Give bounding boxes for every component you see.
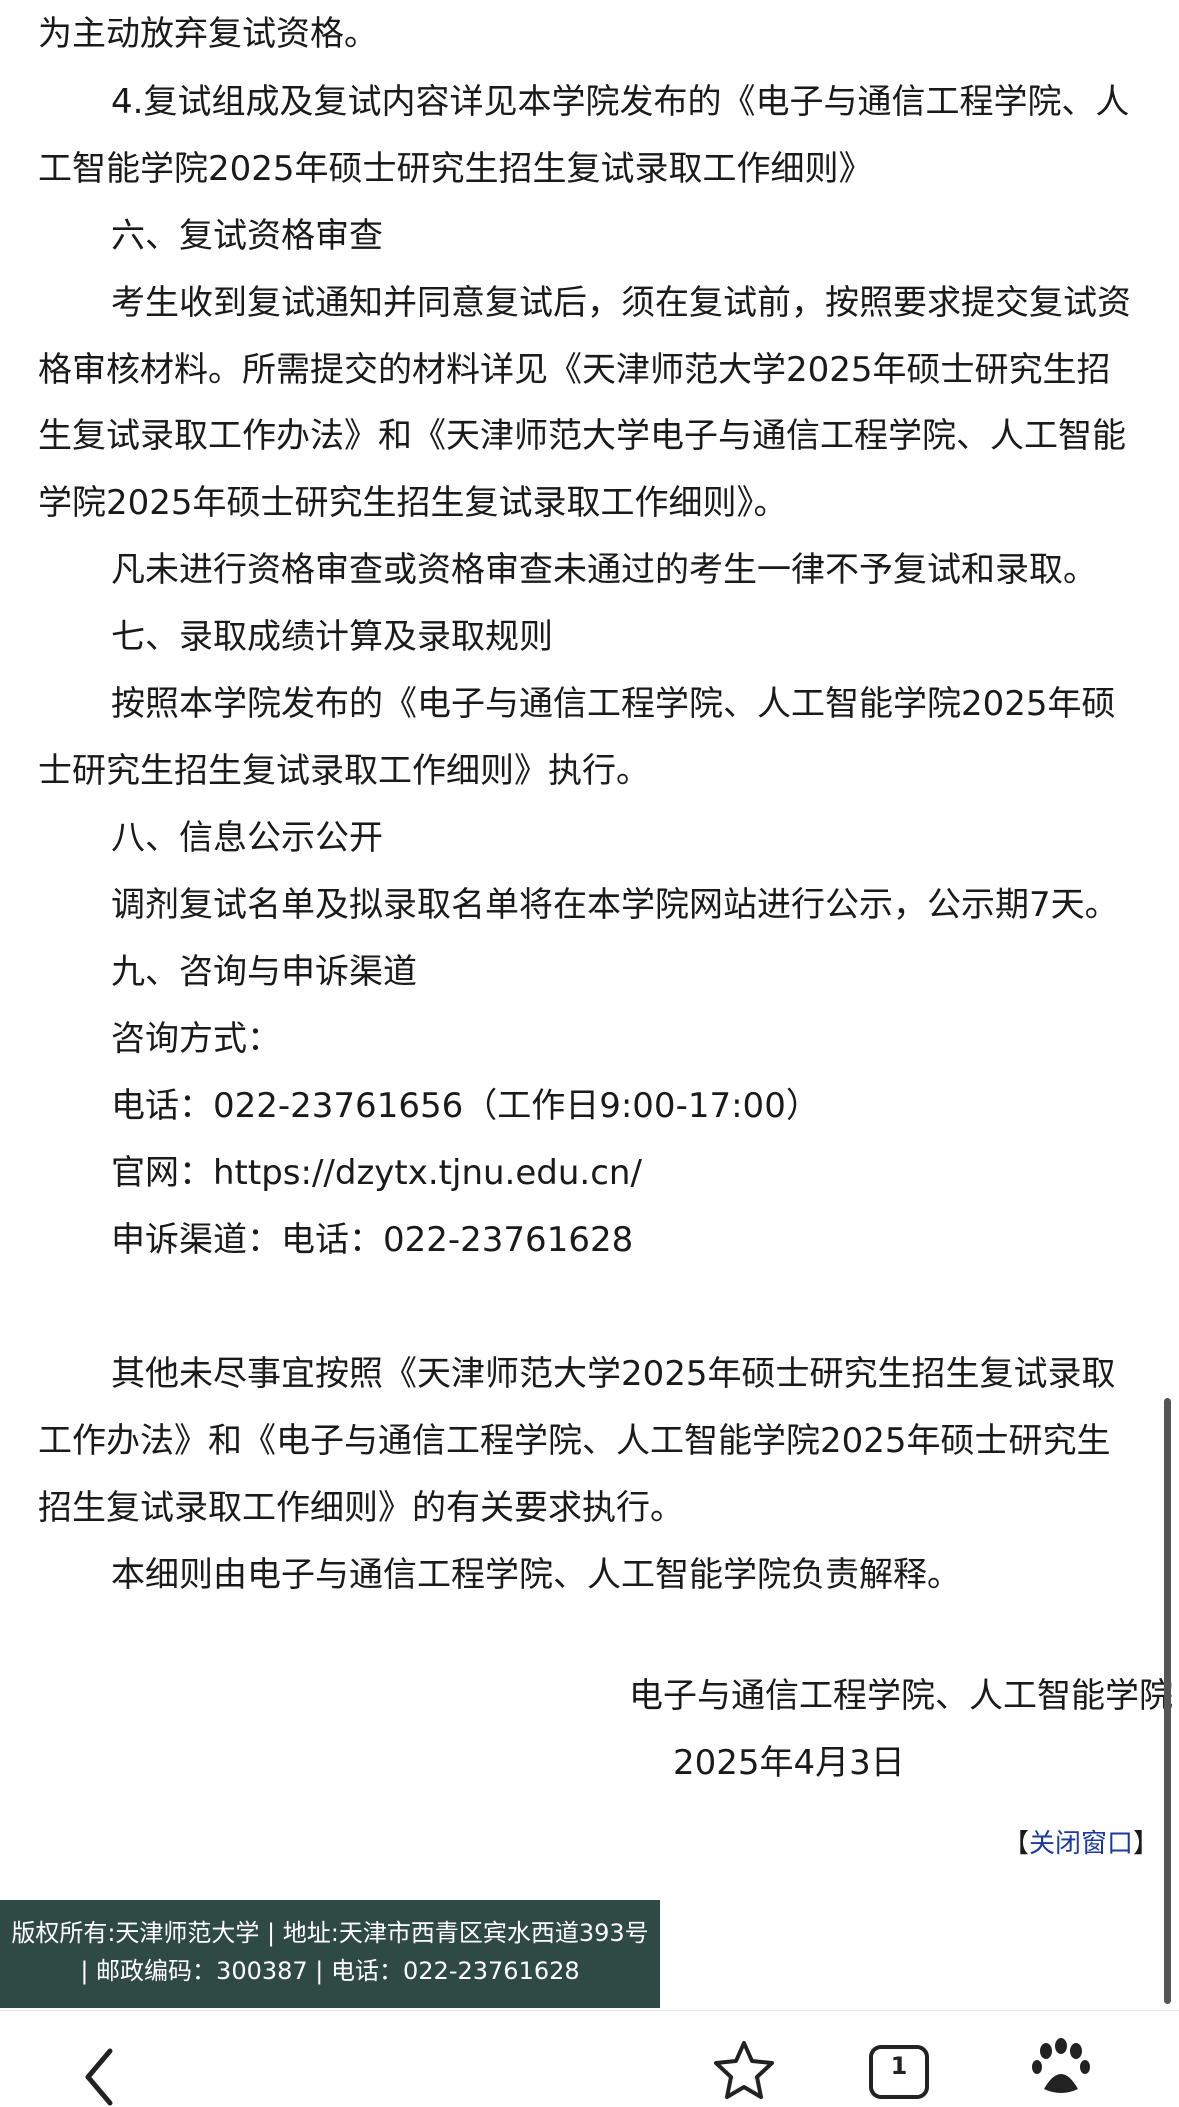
article-line: 工作办法》和《电子与通信工程学院、人工智能学院2025年硕士研究生 <box>38 1421 1111 1461</box>
tabs-icon[interactable]: 1 <box>868 2041 930 2099</box>
bracket-open: 【 <box>1002 1829 1029 1859</box>
article-line: 学院2025年硕士研究生招生复试录取工作细则》。 <box>38 483 788 523</box>
close-window-link[interactable]: 关闭窗口 <box>1029 1829 1133 1859</box>
article-line: 格审核材料。所需提交的材料详见《天津师范大学2025年硕士研究生招 <box>38 350 1111 390</box>
article-line: 调剂复试名单及拟录取名单将在本学院网站进行公示，公示期7天。 <box>111 885 1119 925</box>
article-line: 咨询方式： <box>111 1019 281 1059</box>
article-line: 士研究生招生复试录取工作细则》执行。 <box>38 751 650 791</box>
section-heading: 六、复试资格审查 <box>111 216 383 256</box>
article-line: 4.复试组成及复试内容详见本学院发布的《电子与通信工程学院、人 <box>111 82 1130 122</box>
article-line: 考生收到复试通知并同意复试后，须在复试前，按照要求提交复试资 <box>111 283 1131 323</box>
article-line: 本细则由电子与通信工程学院、人工智能学院负责解释。 <box>111 1555 961 1595</box>
tab-count: 1 <box>891 2052 908 2080</box>
site-footer: 版权所有:天津师范大学 | 地址:天津市西青区宾水西道393号 | 邮政编码：3… <box>0 1900 660 2008</box>
website-line: 官网：https://dzytx.tjnu.edu.cn/ <box>111 1153 642 1193</box>
close-window: 【关闭窗口】 <box>1003 1826 1159 1862</box>
back-icon[interactable] <box>80 2047 120 2107</box>
footer-copyright: 版权所有:天津师范大学 | 地址:天津市西青区宾水西道393号 <box>11 1919 649 1947</box>
section-heading: 九、咨询与申诉渠道 <box>111 952 417 992</box>
article-line: 凡未进行资格审查或资格审查未通过的考生一律不予复试和录取。 <box>111 550 1097 590</box>
article-line: 为主动放弃复试资格。 <box>38 14 378 54</box>
signature-date: 2025年4月3日 <box>673 1743 905 1783</box>
section-heading: 八、信息公示公开 <box>111 818 383 858</box>
appeal-line: 申诉渠道：电话：022-23761628 <box>111 1220 634 1260</box>
signature-org: 电子与通信工程学院、人工智能学院 <box>629 1676 1173 1716</box>
article-line: 按照本学院发布的《电子与通信工程学院、人工智能学院2025年硕 <box>111 684 1116 724</box>
scrollbar[interactable] <box>1164 1398 1171 2004</box>
star-icon[interactable] <box>712 2039 776 2099</box>
bracket-close: 】 <box>1132 1829 1159 1859</box>
article-line: 招生复试录取工作细则》的有关要求执行。 <box>38 1488 684 1528</box>
phone-line: 电话：022-23761656（工作日9:00-17:00） <box>111 1086 820 1126</box>
article-line: 生复试录取工作办法》和《天津师范大学电子与通信工程学院、人工智能 <box>38 416 1126 456</box>
browser-toolbar: 1 <box>0 2010 1179 2106</box>
paw-icon[interactable] <box>1030 2037 1092 2099</box>
article-line: 其他未尽事宜按照《天津师范大学2025年硕士研究生招生复试录取 <box>111 1354 1116 1394</box>
section-heading: 七、录取成绩计算及录取规则 <box>111 617 553 657</box>
article-line: 工智能学院2025年硕士研究生招生复试录取工作细则》 <box>38 149 873 189</box>
footer-contact: | 邮政编码：300387 | 电话：022-23761628 <box>80 1957 580 1985</box>
